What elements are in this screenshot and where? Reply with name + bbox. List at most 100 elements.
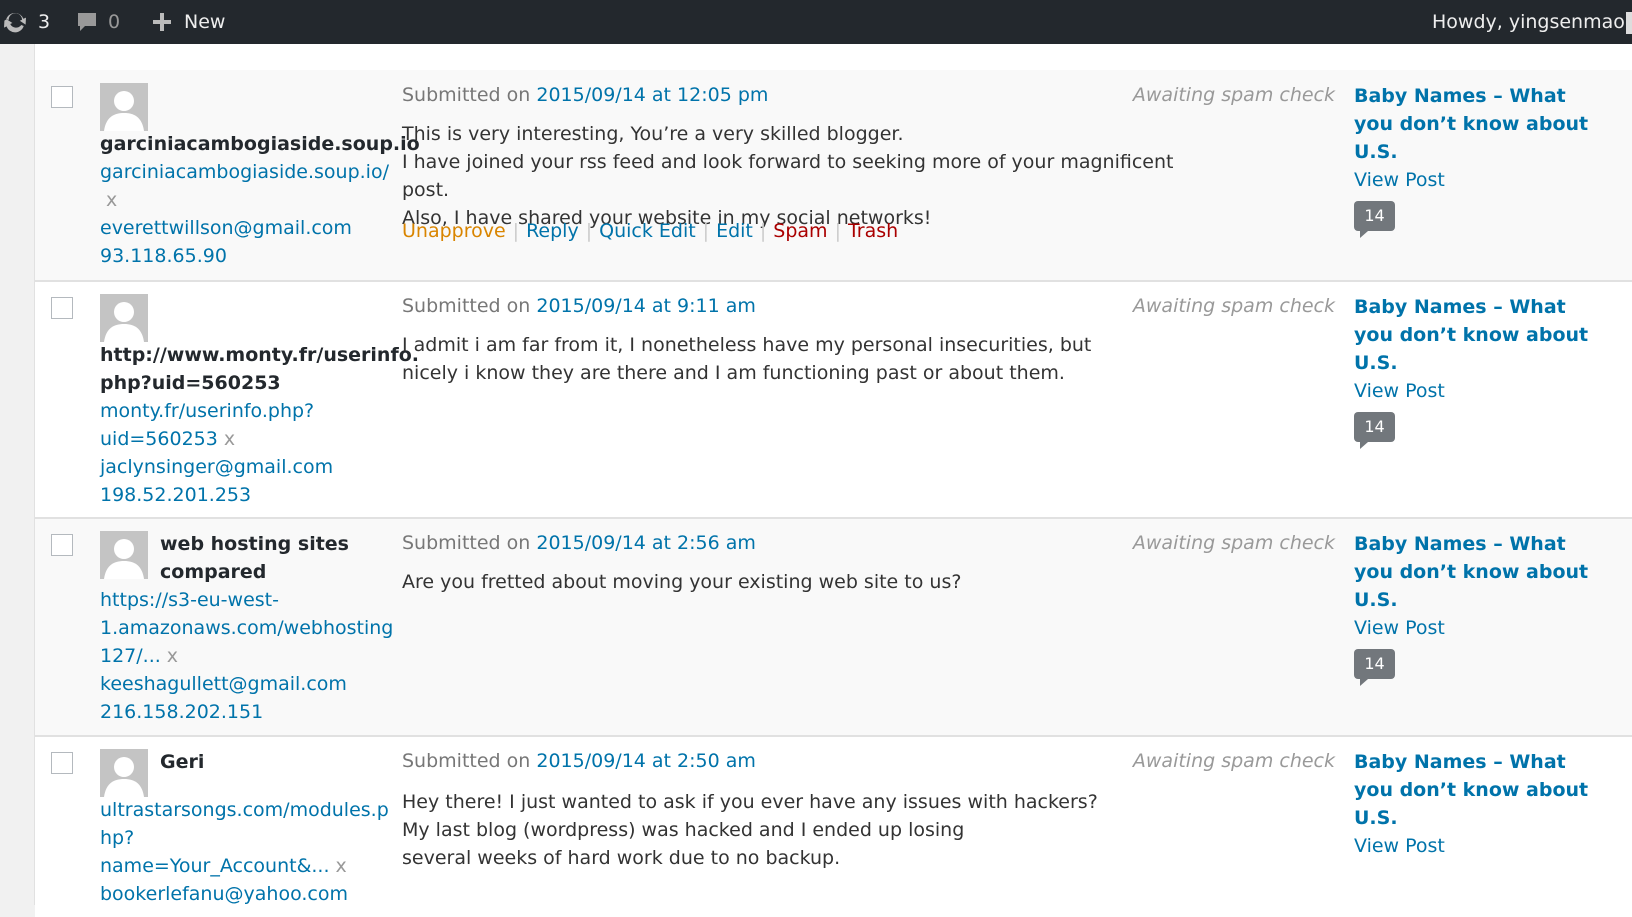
submitted-label: Submitted on (402, 84, 531, 106)
submitted-on: Submitted on 2015/09/14 at 9:11 am (402, 295, 756, 317)
updates-count: 3 (38, 11, 51, 33)
remove-url-button[interactable]: x (224, 428, 235, 450)
unapprove-link[interactable]: Unapprove (402, 220, 506, 242)
author-name: garciniacambogiaside.soup.io (100, 133, 420, 155)
comment-count-bubble[interactable]: 14 (1354, 201, 1395, 238)
separator: | (585, 220, 593, 242)
comment-count-bubble[interactable]: 14 (1354, 649, 1395, 686)
post-title-link[interactable]: Baby Names – What you don’t know about U… (1354, 748, 1624, 832)
author-name: http://www.monty.fr/userinfo. php?uid=56… (100, 341, 419, 397)
updates-menu[interactable]: 3 (2, 0, 50, 44)
comment-date-link[interactable]: 2015/09/14 at 9:11 am (536, 295, 756, 317)
comment-author: web hosting sites compared https://s3-eu… (100, 530, 393, 726)
refresh-icon (2, 9, 28, 35)
comments-menu[interactable]: 0 (76, 0, 120, 44)
author-email-link[interactable]: bookerlefanu@yahoo.com (100, 883, 348, 905)
author-ip-link[interactable]: 198.52.201.253 (100, 484, 251, 506)
author-url-line: 127/... (100, 645, 161, 667)
comment-line: This is very interesting, You’re a very … (402, 123, 904, 145)
post-title-link[interactable]: Baby Names – What you don’t know about U… (1354, 82, 1624, 166)
author-url-line: ultrastarsongs.com/modules.p (100, 799, 389, 821)
author-email-link[interactable]: jaclynsinger@gmail.com (100, 456, 333, 478)
comment-author: garciniacambogiaside.soup.io garciniacam… (100, 130, 420, 270)
author-ip-link[interactable]: 93.118.65.90 (100, 245, 227, 267)
view-post-link[interactable]: View Post (1354, 614, 1624, 642)
separator: | (834, 220, 841, 242)
view-post-link[interactable]: View Post (1354, 377, 1624, 405)
new-content-menu[interactable]: New (152, 0, 225, 44)
comment-date-link[interactable]: 2015/09/14 at 12:05 pm (536, 84, 768, 106)
my-account-menu[interactable]: Howdy, yingsenmao (1432, 0, 1625, 44)
post-title-line: you don’t know about (1354, 113, 1589, 135)
trash-link[interactable]: Trash (848, 220, 898, 242)
submitted-label: Submitted on (402, 532, 531, 554)
table-row: web hosting sites compared https://s3-eu… (35, 519, 1632, 737)
table-row: http://www.monty.fr/userinfo. php?uid=56… (35, 282, 1632, 519)
quick-edit-link[interactable]: Quick Edit (599, 220, 696, 242)
post-title-line: U.S. (1354, 589, 1398, 611)
separator: | (702, 220, 710, 242)
comment-count-bubble[interactable]: 14 (1354, 412, 1395, 449)
comment-line: I have joined your rss feed and look for… (402, 151, 1174, 201)
author-name: Geri (160, 751, 205, 773)
separator: | (759, 220, 767, 242)
author-url-line: monty.fr/userinfo.php? (100, 400, 315, 422)
spam-check-status: Awaiting spam check (1132, 750, 1335, 772)
author-email-link[interactable]: everettwillson@gmail.com (100, 217, 352, 239)
author-name-line: php?uid=560253 (100, 372, 281, 394)
view-post-link[interactable]: View Post (1354, 832, 1624, 860)
remove-url-button[interactable]: x (106, 189, 117, 211)
howdy-text: Howdy, yingsenmao (1432, 11, 1625, 33)
post-title-link[interactable]: Baby Names – What you don’t know about U… (1354, 293, 1624, 377)
submitted-on: Submitted on 2015/09/14 at 2:56 am (402, 532, 756, 554)
spam-link[interactable]: Spam (773, 220, 827, 242)
remove-url-button[interactable]: x (336, 855, 347, 877)
comment-line: Hey there! I just wanted to ask if you e… (402, 791, 1098, 813)
row-actions: Unapprove | Reply | Quick Edit | Edit | Spam | Tra… (402, 220, 898, 242)
row-checkbox[interactable] (51, 297, 73, 319)
row-checkbox[interactable] (51, 752, 73, 774)
comment-line: nicely i know they are there and I am fu… (402, 362, 1065, 384)
comment-date-link[interactable]: 2015/09/14 at 2:56 am (536, 532, 756, 554)
post-title-link[interactable]: Baby Names – What you don’t know about U… (1354, 530, 1624, 614)
edit-link[interactable]: Edit (716, 220, 753, 242)
submitted-on: Submitted on 2015/09/14 at 12:05 pm (402, 84, 768, 106)
row-checkbox[interactable] (51, 534, 73, 556)
post-title-line: Baby Names – What (1354, 85, 1566, 107)
in-response-to: Baby Names – What you don’t know about U… (1354, 293, 1624, 405)
in-response-to: Baby Names – What you don’t know about U… (1354, 530, 1624, 642)
in-response-to: Baby Names – What you don’t know about U… (1354, 748, 1624, 860)
comment-line: Are you fretted about moving your existi… (402, 571, 962, 593)
remove-url-button[interactable]: x (167, 645, 178, 667)
comment-text: This is very interesting, You’re a very … (402, 120, 1222, 232)
in-response-to: Baby Names – What you don’t know about U… (1354, 82, 1624, 194)
author-url-link[interactable]: garciniacambogiaside.soup.io/ (100, 161, 389, 183)
comment-text: Hey there! I just wanted to ask if you e… (402, 788, 1222, 872)
author-url-line: https://s3-eu-west- (100, 589, 279, 611)
comment-date-link[interactable]: 2015/09/14 at 2:50 am (536, 750, 756, 772)
author-ip-link[interactable]: 216.158.202.151 (100, 701, 263, 723)
author-url-link[interactable]: https://s3-eu-west- 1.amazonaws.com/webho… (100, 589, 393, 667)
post-title-line: U.S. (1354, 141, 1398, 163)
view-post-link[interactable]: View Post (1354, 166, 1624, 194)
author-url-link[interactable]: monty.fr/userinfo.php? uid=560253 (100, 400, 314, 450)
author-url-line: 1.amazonaws.com/webhosting (100, 617, 394, 639)
post-title-line: Baby Names – What (1354, 296, 1566, 318)
author-email-link[interactable]: keeshagullett@gmail.com (100, 673, 347, 695)
row-checkbox[interactable] (51, 86, 73, 108)
reply-link[interactable]: Reply (526, 220, 579, 242)
author-url-line: hp?name=Your_Account&... (100, 827, 330, 877)
post-title-line: U.S. (1354, 807, 1398, 829)
avatar (100, 83, 148, 131)
account-avatar[interactable] (1626, 12, 1632, 34)
comment-text: Are you fretted about moving your existi… (402, 568, 1222, 596)
new-label: New (184, 11, 226, 33)
comment-bubble-icon (76, 10, 98, 34)
table-row: Geri ultrastarsongs.com/modules.p hp?name… (35, 737, 1632, 917)
author-name-line: web hosting sites (160, 533, 349, 555)
avatar (100, 294, 148, 342)
comment-author: http://www.monty.fr/userinfo. php?uid=56… (100, 341, 419, 509)
comment-line: several weeks of hard work due to no bac… (402, 847, 841, 869)
post-title-line: you don’t know about (1354, 561, 1589, 583)
comment-line: My last blog (wordpress) was hacked and … (402, 819, 965, 841)
